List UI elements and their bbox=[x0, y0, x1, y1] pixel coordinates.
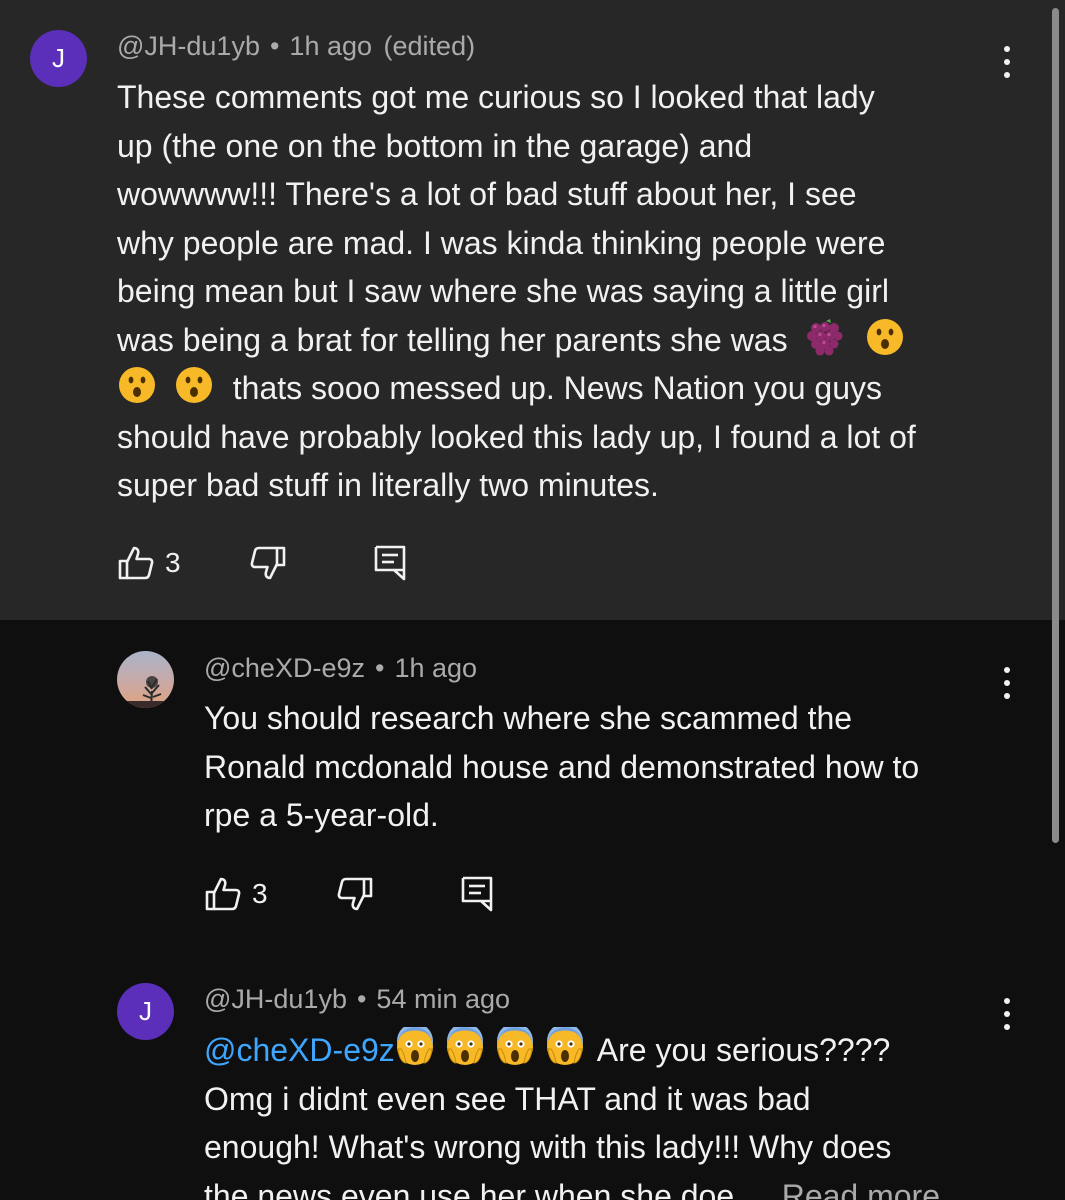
comment-line-with-emoji: was being a brat for telling her parents… bbox=[117, 316, 1017, 365]
mention-link[interactable]: @cheXD-e9z bbox=[204, 1032, 395, 1068]
comment-author[interactable]: @JH-du1yb bbox=[204, 984, 347, 1014]
hushed-face-emoji bbox=[117, 365, 155, 403]
meta-separator: • bbox=[356, 984, 367, 1014]
comment-line: thats sooo messed up. News Nation you gu… bbox=[232, 370, 883, 406]
edited-label: (edited) bbox=[383, 31, 476, 61]
thumbs-up-icon[interactable] bbox=[117, 544, 155, 582]
avatar[interactable] bbox=[117, 651, 174, 708]
avatar-letter: J bbox=[52, 43, 65, 73]
comment-line: Are you serious???? bbox=[596, 1032, 891, 1068]
comment-text: These comments got me curious so I looke… bbox=[117, 73, 1017, 510]
meta-separator: • bbox=[269, 31, 280, 61]
comment-line: rpe a 5-year-old. bbox=[204, 797, 439, 833]
comment-line: should have probably looked this lady up… bbox=[117, 418, 916, 455]
comment-line: Ronald mcdonald house and demonstrated h… bbox=[204, 748, 920, 785]
comment-line: up (the one on the bottom in the garage)… bbox=[117, 127, 753, 164]
comment-author[interactable]: @JH-du1yb bbox=[117, 31, 260, 61]
avatar[interactable]: J bbox=[117, 983, 174, 1040]
like-count: 3 bbox=[252, 878, 268, 909]
comment-meta: @cheXD-e9z • 1h ago bbox=[204, 653, 477, 684]
comment-line: wowwww!!! There's a lot of bad stuff abo… bbox=[117, 176, 857, 212]
comment-time: 1h ago bbox=[394, 653, 478, 683]
comment-author[interactable]: @cheXD-e9z bbox=[204, 653, 365, 683]
reply-comment-icon[interactable] bbox=[373, 544, 409, 582]
thumbs-down-icon[interactable] bbox=[336, 875, 374, 913]
reply-comment-icon[interactable] bbox=[460, 875, 496, 913]
grapes-emoji bbox=[804, 317, 843, 355]
comment-line: the news even use her when she doe... bbox=[204, 1177, 761, 1200]
hushed-face-emoji bbox=[174, 365, 212, 403]
tree-silhouette-icon bbox=[117, 676, 174, 708]
screaming-face-emoji bbox=[545, 1023, 583, 1065]
comment-actions: 3 bbox=[117, 544, 409, 582]
avatar-letter: J bbox=[139, 996, 152, 1026]
comment-meta: @JH-du1yb • 54 min ago bbox=[204, 984, 510, 1015]
comment-time: 54 min ago bbox=[376, 984, 511, 1014]
comment-line-with-emoji: thats sooo messed up. News Nation you gu… bbox=[117, 364, 1017, 413]
comment-line-last: the news even use her when she doe... Re… bbox=[204, 1172, 1044, 1200]
screaming-face-emoji bbox=[445, 1023, 483, 1065]
comment-line: These comments got me curious so I looke… bbox=[117, 79, 875, 115]
like-count: 3 bbox=[165, 547, 181, 578]
hushed-face-emoji bbox=[865, 317, 904, 355]
meta-separator: • bbox=[374, 653, 385, 683]
thumbs-up-icon[interactable] bbox=[204, 875, 242, 913]
comment-actions: 3 bbox=[204, 875, 496, 913]
comment-line: You should research where she scammed th… bbox=[204, 700, 853, 736]
comment-line: super bad stuff in literally two minutes… bbox=[117, 467, 659, 503]
comment-line: being mean but I saw where she was sayin… bbox=[117, 273, 889, 309]
scrollbar[interactable] bbox=[1052, 8, 1059, 843]
screaming-face-emoji bbox=[395, 1023, 433, 1065]
comment-time: 1h ago bbox=[289, 31, 373, 61]
comment-text: @cheXD-e9z Are you serious???? Omg i did… bbox=[204, 1023, 1044, 1200]
comment-text: You should research where she scammed th… bbox=[204, 694, 1024, 840]
comment-line: why people are mad. I was kinda thinking… bbox=[117, 224, 886, 261]
comments-page: J @JH-du1yb • 1h ago (edited) These commen… bbox=[0, 0, 1065, 1200]
highlighted-comment: J @JH-du1yb • 1h ago (edited) These commen… bbox=[0, 0, 1065, 620]
read-more-link[interactable]: Read more bbox=[782, 1178, 940, 1200]
comment-line: Omg i didnt even see THAT and it was bad bbox=[204, 1080, 811, 1117]
comment-meta: @JH-du1yb • 1h ago (edited) bbox=[117, 31, 475, 62]
comment-line: was being a brat for telling her parents… bbox=[117, 321, 788, 358]
comment-line-with-emoji: @cheXD-e9z Are you serious???? bbox=[204, 1023, 1044, 1075]
avatar[interactable]: J bbox=[30, 30, 87, 87]
thumbs-down-icon[interactable] bbox=[249, 544, 287, 582]
screaming-face-emoji bbox=[495, 1023, 533, 1065]
comment-line: enough! What's wrong with this lady!!! W… bbox=[204, 1129, 892, 1165]
